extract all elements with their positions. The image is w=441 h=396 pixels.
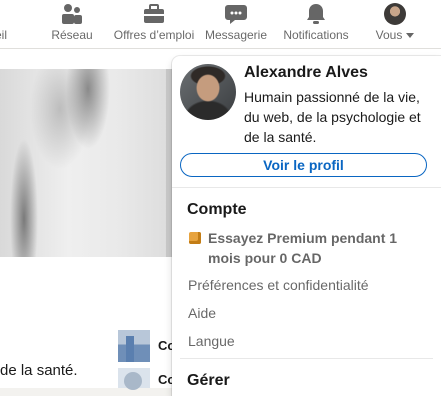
nav-network-label: Réseau (51, 28, 93, 42)
nav-me-label: Vous (375, 28, 403, 42)
nav-messaging-label: Messagerie (204, 28, 268, 42)
help-link[interactable]: Aide (188, 305, 216, 321)
manage-heading: Gérer (187, 372, 230, 389)
post-image (0, 69, 172, 257)
language-link[interactable]: Langue (188, 333, 235, 349)
divider (180, 358, 433, 359)
caret-down-icon (406, 32, 415, 38)
premium-trial-link[interactable]: Essayez Premium pendant 1 mois pour 0 CA… (208, 228, 428, 268)
nav-messaging[interactable]: Messagerie (203, 0, 269, 48)
account-heading: Compte (187, 201, 247, 218)
view-profile-button[interactable]: Voir le profil (180, 153, 427, 177)
home-icon (0, 3, 11, 25)
network-icon (60, 3, 84, 25)
company-logo[interactable] (118, 330, 150, 362)
nav-home[interactable]: eil (0, 0, 16, 48)
nav-notifications[interactable]: Notifications (280, 0, 352, 48)
chat-icon (224, 3, 248, 25)
nav-notifications-label: Notifications (283, 28, 349, 42)
post-text: de la santé. (0, 362, 78, 379)
nav-jobs[interactable]: Offres d’emploi (111, 0, 197, 48)
nav-network[interactable]: Réseau (51, 0, 93, 48)
profile-headline: Humain passionné de la vie, du web, de l… (244, 89, 421, 145)
preferences-link[interactable]: Préférences et confidentialité (188, 277, 369, 293)
briefcase-icon (142, 3, 166, 25)
profile-name[interactable]: Alexandre Alves (244, 64, 368, 82)
nav-jobs-label: Offres d’emploi (113, 28, 195, 42)
profile-dropdown: Alexandre Alves Humain passionné de la v… (172, 56, 441, 396)
avatar (384, 3, 406, 25)
nav-me-row: Vous (376, 28, 415, 42)
me-avatar-wrap (384, 3, 406, 25)
profile-avatar[interactable] (180, 64, 236, 120)
company-logo[interactable] (118, 368, 150, 390)
divider (172, 187, 441, 188)
nav-me[interactable]: Vous (372, 0, 418, 48)
nav-home-label: eil (0, 28, 7, 42)
premium-icon (189, 232, 201, 244)
top-nav: eil Réseau Offres d’emploi Messagerie No… (0, 0, 441, 49)
bell-icon (304, 3, 328, 25)
